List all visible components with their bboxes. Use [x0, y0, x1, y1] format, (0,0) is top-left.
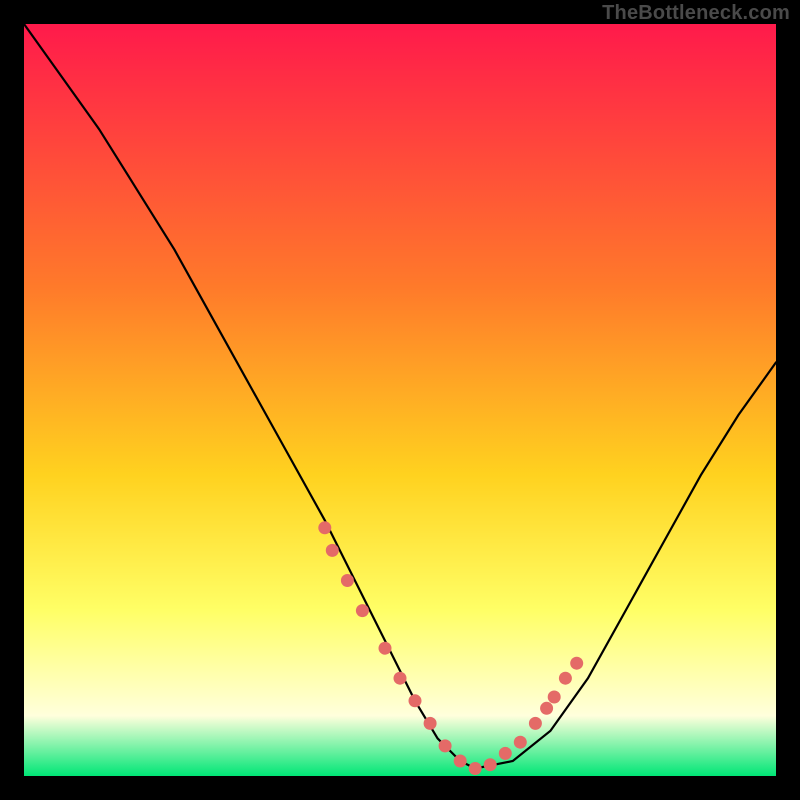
marker-dot: [499, 747, 512, 760]
bottleneck-chart: [24, 24, 776, 776]
marker-dot: [454, 755, 467, 768]
marker-dot: [318, 521, 331, 534]
watermark-text: TheBottleneck.com: [602, 2, 790, 25]
marker-dot: [409, 694, 422, 707]
marker-dot: [356, 604, 369, 617]
marker-dot: [326, 544, 339, 557]
marker-dot: [424, 717, 437, 730]
marker-dot: [529, 717, 542, 730]
marker-dot: [341, 574, 354, 587]
marker-dot: [540, 702, 553, 715]
marker-dot: [559, 672, 572, 685]
marker-dot: [514, 736, 527, 749]
marker-dot: [469, 762, 482, 775]
marker-dot: [570, 657, 583, 670]
marker-dot: [484, 758, 497, 771]
gradient-background: [24, 24, 776, 776]
frame: TheBottleneck.com: [0, 0, 800, 800]
plot-area: [24, 24, 776, 776]
marker-dot: [439, 739, 452, 752]
marker-dot: [548, 691, 561, 704]
marker-dot: [379, 642, 392, 655]
marker-dot: [394, 672, 407, 685]
